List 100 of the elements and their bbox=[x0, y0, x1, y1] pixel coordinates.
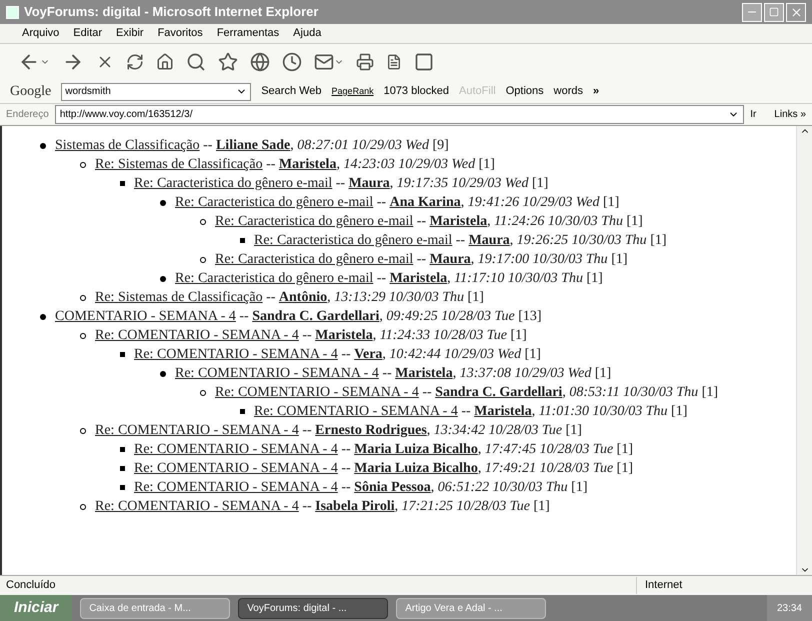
clock: 23:34 bbox=[766, 595, 812, 621]
author-link[interactable]: Maria Luiza Bicalho bbox=[354, 442, 478, 457]
subject-link[interactable]: Re: COMENTARIO - SEMANA - 4 bbox=[254, 404, 458, 419]
bullet-icon bbox=[200, 390, 206, 396]
bullet-icon bbox=[200, 257, 206, 263]
bullet-icon bbox=[120, 466, 125, 471]
go-button[interactable]: Ir bbox=[750, 107, 756, 122]
media-button[interactable] bbox=[250, 52, 270, 72]
author-link[interactable]: Ana Karina bbox=[390, 195, 461, 210]
author-link[interactable]: Maristela bbox=[430, 214, 488, 229]
subject-link[interactable]: Re: COMENTARIO - SEMANA - 4 bbox=[134, 347, 338, 362]
words-button[interactable]: words bbox=[554, 83, 583, 100]
post-entry: Re: COMENTARIO - SEMANA - 4 -- Ernesto Rodrigues, 13:34:42 10/28/03 Tue [1] bbox=[95, 422, 582, 440]
menu-item[interactable]: Ajuda bbox=[293, 25, 322, 42]
author-link[interactable]: Maura bbox=[468, 233, 510, 248]
bullet-icon bbox=[80, 295, 86, 301]
subject-link[interactable]: Re: COMENTARIO - SEMANA - 4 bbox=[95, 499, 299, 514]
browser-icon bbox=[6, 6, 19, 18]
menu-item[interactable]: Exibir bbox=[116, 25, 144, 42]
pagerank-button[interactable]: PageRank bbox=[332, 84, 374, 98]
menu-item[interactable]: Editar bbox=[73, 25, 102, 42]
bullet-icon bbox=[240, 238, 245, 243]
author-link[interactable]: Maura bbox=[430, 252, 471, 267]
search-button[interactable] bbox=[186, 52, 206, 72]
author-link[interactable]: Antônio bbox=[278, 290, 328, 305]
scrollbar[interactable] bbox=[796, 126, 812, 575]
search-web-button[interactable]: Search Web bbox=[261, 83, 322, 100]
square-icon bbox=[414, 52, 434, 72]
options-button[interactable]: Options bbox=[506, 83, 544, 100]
history-button[interactable] bbox=[282, 52, 302, 72]
bullet-icon bbox=[240, 409, 245, 414]
favorites-button[interactable] bbox=[218, 52, 238, 72]
bullet-icon bbox=[160, 371, 166, 377]
post-entry: Re: Caracteristica do gênero e-mail -- Maura, 19:26:25 10/30/03 Thu [1] bbox=[254, 232, 667, 250]
author-link[interactable]: Maria Luiza Bicalho bbox=[354, 461, 478, 476]
author-link[interactable]: Maura bbox=[348, 176, 390, 191]
popup-blocker-button[interactable]: 1073 blocked bbox=[384, 83, 450, 100]
google-logo[interactable]: Google bbox=[10, 81, 52, 102]
discuss-button[interactable] bbox=[414, 52, 434, 72]
start-button[interactable]: Iniciar bbox=[0, 595, 72, 621]
address-label: Endereço bbox=[6, 108, 49, 122]
subject-link[interactable]: Re: COMENTARIO - SEMANA - 4 bbox=[134, 461, 338, 476]
minimize-button[interactable] bbox=[742, 2, 762, 22]
mail-button[interactable] bbox=[314, 52, 344, 72]
post-entry: Re: Caracteristica do gênero e-mail -- Maura, 19:17:00 10/30/03 Thu [1] bbox=[215, 251, 628, 269]
author-link[interactable]: Vera bbox=[354, 347, 382, 362]
subject-link[interactable]: Re: COMENTARIO - SEMANA - 4 bbox=[95, 423, 299, 438]
subject-link[interactable]: Re: Caracteristica do gênero e-mail bbox=[215, 214, 414, 229]
author-link[interactable]: Maristela bbox=[474, 404, 532, 419]
subject-link[interactable]: Re: Sistemas de Classificação bbox=[95, 157, 263, 172]
more-button[interactable]: » bbox=[592, 83, 600, 100]
close-button[interactable] bbox=[786, 2, 806, 22]
menu-item[interactable]: Ferramentas bbox=[216, 25, 280, 42]
author-link[interactable]: Maristela bbox=[390, 271, 448, 286]
subject-link[interactable]: Re: COMENTARIO - SEMANA - 4 bbox=[95, 328, 299, 343]
post-entry: Re: COMENTARIO - SEMANA - 4 -- Sandra C. Gardellari, 08:53:11 10/30/03 Thu [1] bbox=[215, 384, 718, 402]
refresh-icon bbox=[126, 53, 144, 71]
post-entry: Re: COMENTARIO - SEMANA - 4 -- Vera, 10:42:44 10/29/03 Wed [1] bbox=[134, 346, 541, 364]
post-entry: Re: COMENTARIO - SEMANA - 4 -- Maristela, 13:37:08 10/29/03 Wed [1] bbox=[175, 365, 612, 383]
subject-link[interactable]: Sistemas de Classificação bbox=[55, 138, 200, 153]
maximize-icon bbox=[769, 7, 779, 17]
post-entry: Re: Caracteristica do gênero e-mail -- Maristela, 11:24:26 10/30/03 Thu [1] bbox=[215, 213, 643, 231]
author-link[interactable]: Maristela bbox=[315, 328, 373, 343]
subject-link[interactable]: Re: Caracteristica do gênero e-mail bbox=[215, 252, 414, 267]
subject-link[interactable]: Re: COMENTARIO - SEMANA - 4 bbox=[175, 366, 379, 381]
search-field[interactable]: wordsmith bbox=[61, 82, 252, 100]
post-entry: Re: COMENTARIO - SEMANA - 4 -- Maristela, 11:24:33 10/28/03 Tue [1] bbox=[95, 327, 527, 345]
author-link[interactable]: Sandra C. Gardellari bbox=[435, 385, 562, 400]
subject-link[interactable]: Re: Caracteristica do gênero e-mail bbox=[175, 195, 374, 210]
subject-link[interactable]: Re: Caracteristica do gênero e-mail bbox=[254, 233, 452, 248]
subject-link[interactable]: Re: COMENTARIO - SEMANA - 4 bbox=[134, 442, 338, 457]
subject-link[interactable]: Re: Sistemas de Classificação bbox=[95, 290, 263, 305]
subject-link[interactable]: Re: Caracteristica do gênero e-mail bbox=[175, 271, 374, 286]
post-entry: Re: COMENTARIO - SEMANA - 4 -- Maria Luiza Bicalho, 17:49:21 10/28/03 Tue [1] bbox=[134, 460, 633, 478]
subject-link[interactable]: Re: COMENTARIO - SEMANA - 4 bbox=[215, 385, 419, 400]
printer-icon bbox=[356, 53, 374, 71]
menu-item[interactable]: Favoritos bbox=[158, 25, 203, 42]
author-link[interactable]: Ernesto Rodrigues bbox=[315, 423, 427, 438]
author-link[interactable]: Sônia Pessoa bbox=[354, 480, 431, 495]
subject-link[interactable]: Re: COMENTARIO - SEMANA - 4 bbox=[134, 480, 338, 495]
edit-button[interactable] bbox=[386, 54, 402, 70]
refresh-button[interactable] bbox=[126, 53, 144, 71]
taskbar-button[interactable]: VoyForums: digital - ... bbox=[238, 598, 388, 618]
author-link[interactable]: Liliane Sade bbox=[216, 138, 290, 153]
maximize-button[interactable] bbox=[764, 2, 784, 22]
author-link[interactable]: Sandra C. Gardellari bbox=[252, 309, 380, 324]
post-entry: Re: Sistemas de Classificação -- Antônio, 13:13:29 10/30/03 Thu [1] bbox=[95, 289, 484, 307]
author-link[interactable]: Maristela bbox=[395, 366, 453, 381]
author-link[interactable]: Isabela Piroli bbox=[315, 499, 395, 514]
print-button[interactable] bbox=[356, 53, 374, 71]
globe-icon bbox=[250, 52, 270, 72]
links-button[interactable]: Links » bbox=[774, 107, 806, 122]
document-icon bbox=[386, 54, 402, 70]
subject-link[interactable]: Re: Caracteristica do gênero e-mail bbox=[134, 176, 332, 191]
bullet-icon bbox=[120, 352, 125, 357]
home-button[interactable] bbox=[156, 53, 174, 71]
address-field[interactable]: http://www.voy.com/163512/3/ bbox=[54, 105, 744, 124]
subject-link[interactable]: COMENTARIO - SEMANA - 4 bbox=[55, 309, 236, 324]
author-link[interactable]: Maristela bbox=[278, 157, 336, 172]
menu-item[interactable]: Arquivo bbox=[22, 25, 60, 42]
